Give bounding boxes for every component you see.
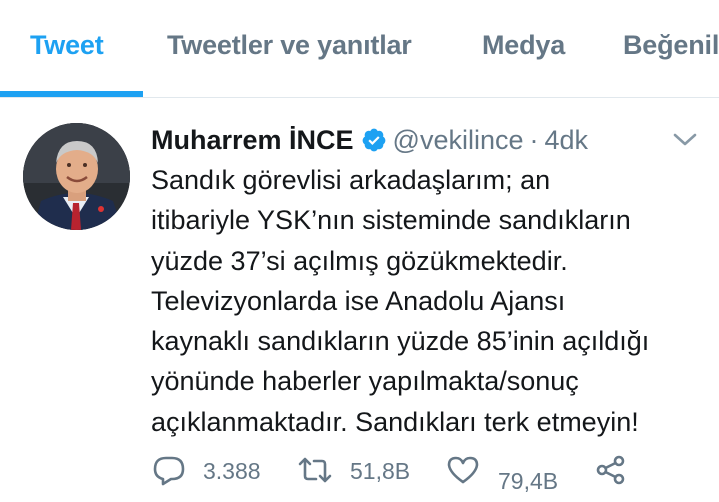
author-name[interactable]: Muharrem İNCE <box>151 125 354 156</box>
share-icon[interactable] <box>594 454 628 486</box>
tab-likes[interactable]: Beğenile <box>623 30 719 61</box>
reply-icon[interactable] <box>152 454 186 486</box>
tweet-actions: 3.388 51,8B 79,4B <box>0 450 719 502</box>
tweet-header: Muharrem İNCE @vekilince · 4dk <box>151 121 588 159</box>
avatar[interactable] <box>23 123 130 230</box>
like-count: 79,4B <box>498 468 559 494</box>
profile-tabs: Tweet Tweetler ve yanıtlar Medya Beğenil… <box>0 0 719 98</box>
tab-tweets-and-replies[interactable]: Tweetler ve yanıtlar <box>167 30 412 61</box>
tweet-text: Sandık görevlisi arkadaşlarım; an itibar… <box>151 165 650 437</box>
chevron-down-icon[interactable] <box>671 128 699 152</box>
reply-count: 3.388 <box>203 458 261 484</box>
verified-icon <box>361 127 387 153</box>
author-handle[interactable]: @vekilince <box>393 125 524 156</box>
tweet-timestamp[interactable]: 4dk <box>545 125 589 156</box>
retweet-count: 51,8B <box>350 458 411 484</box>
avatar-image <box>23 123 130 230</box>
separator: · <box>529 124 539 155</box>
retweet-icon[interactable] <box>298 454 332 486</box>
like-icon[interactable] <box>446 454 480 486</box>
active-tab-indicator <box>0 91 143 97</box>
tab-tweets[interactable]: Tweet <box>30 30 104 61</box>
tab-media[interactable]: Medya <box>482 30 565 61</box>
